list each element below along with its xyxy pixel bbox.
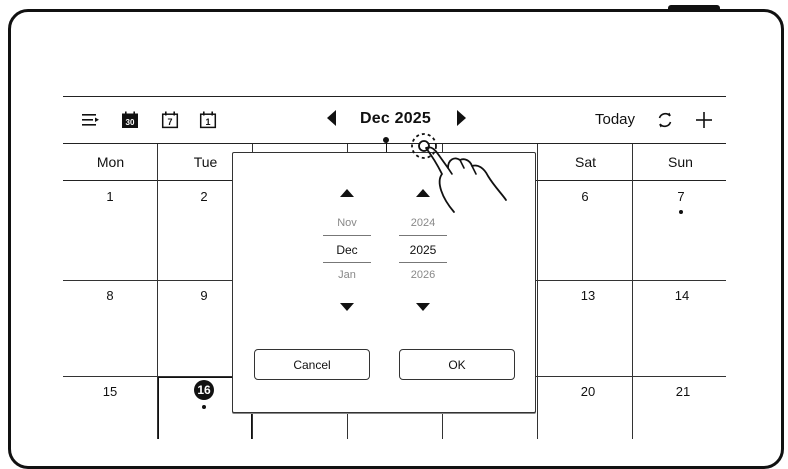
month-up-arrow-icon[interactable] [340,189,354,197]
previous-month-button[interactable] [327,110,336,126]
weekday-mon: Mon [96,154,125,170]
month-selected[interactable]: Dec [317,243,377,257]
selection-line [323,262,371,263]
selection-line [323,235,371,236]
day-view-number: 1 [205,117,210,127]
calendar-toolbar: 30 7 1 Dec 2025 Today [63,96,726,144]
weekday-sun: Sun [668,154,693,170]
day-number: 2 [200,189,208,204]
day-number: 14 [674,288,690,303]
day-number: 1 [106,189,114,204]
day-number: 21 [675,384,691,399]
day-number: 9 [200,288,208,303]
list-view-icon[interactable] [81,110,101,130]
month-previous[interactable]: Nov [317,217,377,229]
weekday-sat: Sat [574,154,596,170]
tap-gesture-hand-icon [411,133,507,213]
day-number: 8 [106,288,114,303]
week-view-icon[interactable]: 7 [160,110,180,130]
month-picker-column[interactable]: Nov Dec Jan [317,153,377,353]
device-power-button [668,5,720,12]
refresh-icon[interactable] [655,110,675,130]
year-down-arrow-icon[interactable] [416,303,430,311]
event-indicator-dot [679,210,683,214]
selection-line [399,262,447,263]
next-month-button[interactable] [457,110,466,126]
today-badge: 16 [194,380,214,400]
week-view-number: 7 [167,117,172,127]
cancel-button[interactable]: Cancel [254,349,370,380]
year-next[interactable]: 2026 [393,269,453,281]
event-indicator-dot [202,405,206,409]
day-number: 20 [580,384,596,399]
year-selected[interactable]: 2025 [393,243,453,257]
day-number: 7 [677,189,685,204]
ok-button[interactable]: OK [399,349,515,380]
day-number: 15 [102,384,118,399]
plus-icon[interactable] [694,110,714,130]
month-view-icon[interactable]: 30 [120,110,140,130]
dialog-pointer-dot [383,137,389,143]
month-view-number: 30 [126,118,135,127]
day-number: 13 [580,288,596,303]
selection-line [399,235,447,236]
day-view-icon[interactable]: 1 [198,110,218,130]
month-next[interactable]: Jan [317,269,377,281]
day-number: 6 [581,189,589,204]
today-button[interactable]: Today [595,111,635,128]
month-down-arrow-icon[interactable] [340,303,354,311]
